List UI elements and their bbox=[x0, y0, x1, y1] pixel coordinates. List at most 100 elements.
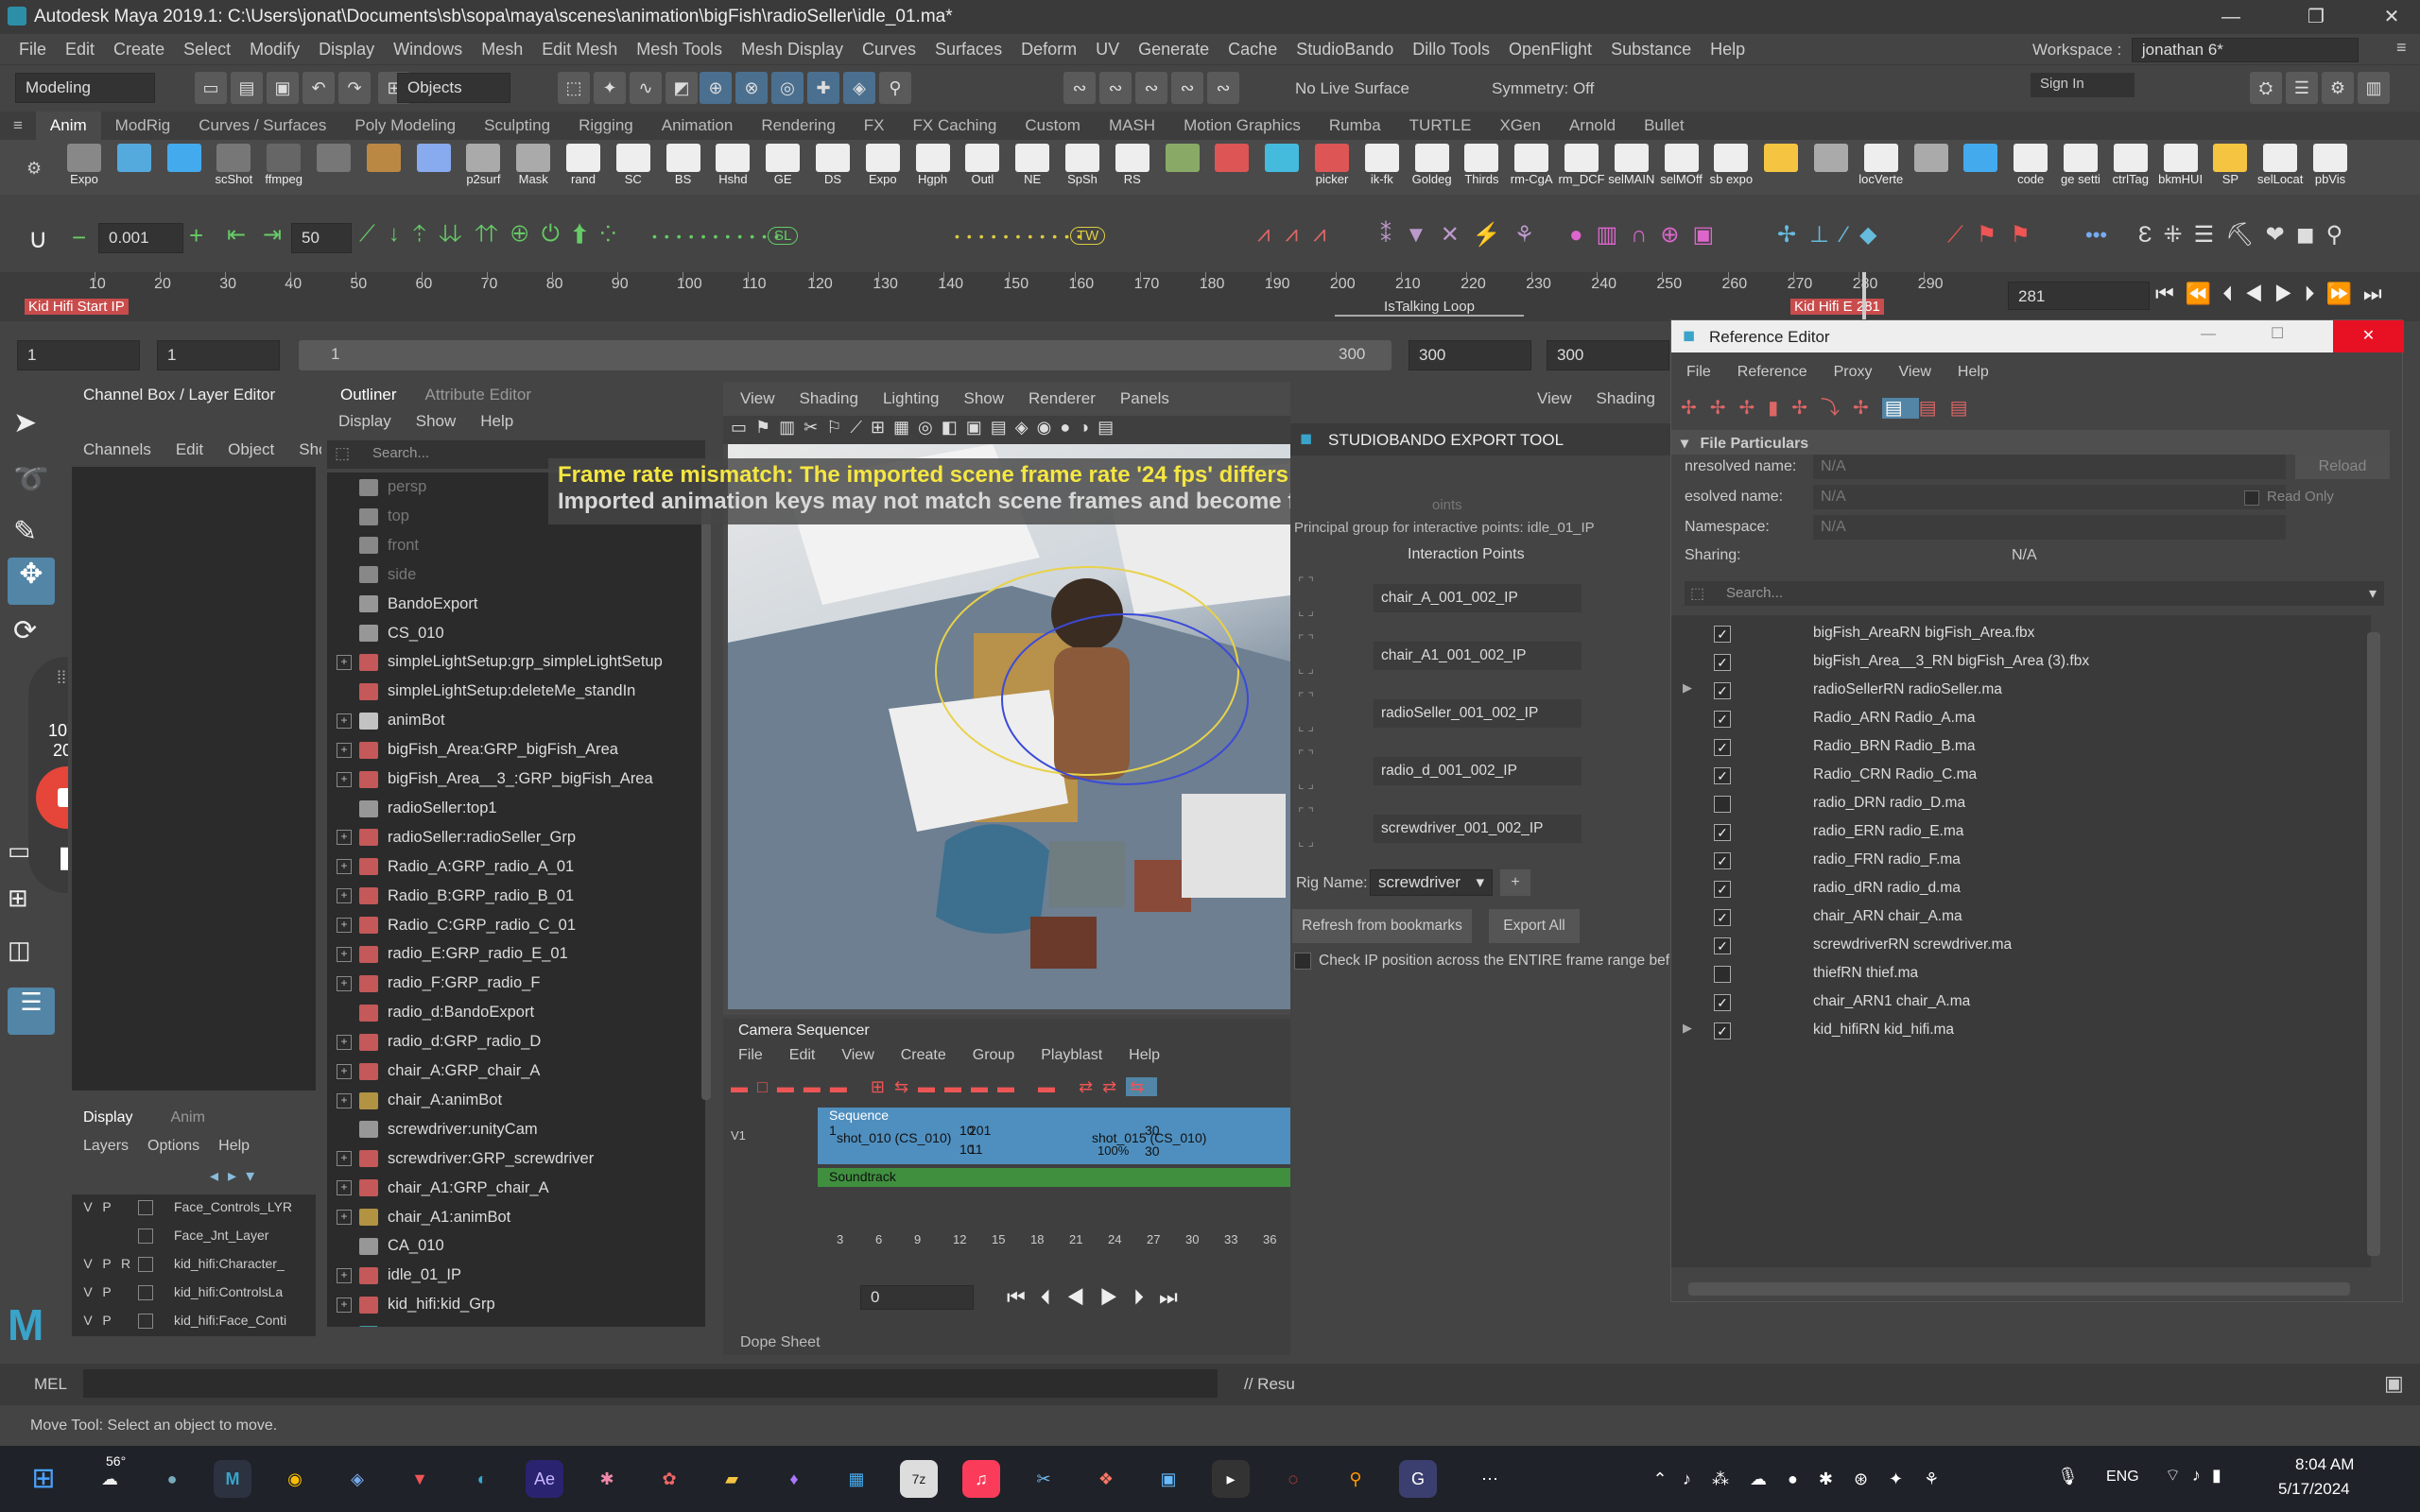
expand-icon[interactable]: + bbox=[337, 655, 352, 671]
shelf-item-tool-7[interactable] bbox=[410, 144, 458, 191]
layer-tab-display[interactable]: Display bbox=[83, 1109, 132, 1126]
refresh-bookmarks-button[interactable]: Refresh from bookmarks bbox=[1292, 909, 1472, 943]
ref-menu-proxy[interactable]: Proxy bbox=[1834, 364, 1873, 381]
redo-icon[interactable]: ↷ bbox=[338, 72, 371, 104]
reference-row[interactable]: thiefRN thief.ma bbox=[1671, 959, 2371, 988]
menu-studiobando[interactable]: StudioBando bbox=[1296, 34, 1393, 60]
shelf-tab-fx[interactable]: FX bbox=[850, 112, 899, 140]
expand-icon[interactable]: + bbox=[337, 859, 352, 875]
outliner-item[interactable]: + chair_A:animBot bbox=[337, 1091, 502, 1120]
shelf-item-tool-24[interactable] bbox=[1258, 144, 1305, 191]
shelf-item-tool-23[interactable] bbox=[1208, 144, 1255, 191]
menu-mesh-display[interactable]: Mesh Display bbox=[741, 34, 843, 60]
shelf-item-ctrltag[interactable]: ctrlTag bbox=[2107, 144, 2154, 191]
ref-search[interactable]: ⬚ Search... ▾ bbox=[1685, 581, 2384, 606]
language-indicator[interactable]: ENG bbox=[2106, 1469, 2139, 1486]
menu-create[interactable]: Create bbox=[113, 34, 164, 60]
outliner-item[interactable]: +front bbox=[337, 537, 419, 565]
figma-icon[interactable]: ❖ bbox=[1087, 1460, 1125, 1498]
rig-name-dropdown[interactable]: screwdriver ▾ bbox=[1370, 869, 1493, 896]
layer-p-toggle[interactable]: P bbox=[98, 1284, 115, 1299]
readonly-checkbox[interactable] bbox=[2244, 490, 2259, 506]
edge-icon[interactable]: ◐ bbox=[463, 1460, 501, 1498]
live-surface-label[interactable]: No Live Surface bbox=[1295, 79, 1409, 98]
shelf-item-bkmhui[interactable]: bkmHUI bbox=[2157, 144, 2204, 191]
expand-icon[interactable]: + bbox=[337, 975, 352, 991]
shelf-tab-rigging[interactable]: Rigging bbox=[564, 112, 648, 140]
reference-row[interactable]: ✓ chair_ARN chair_A.ma bbox=[1671, 902, 2371, 931]
shelf-item-bs[interactable]: BS bbox=[660, 144, 707, 191]
select-tool-icon[interactable]: ➤ bbox=[13, 406, 37, 439]
shelf-tab-curves-surfaces[interactable]: Curves / Surfaces bbox=[184, 112, 340, 140]
time-slider[interactable]: 10 20 30 40 50 60 70 80 90 100 110 120 130 140 150 160 1… bbox=[0, 272, 2420, 321]
outliner-item[interactable]: +CA_010 bbox=[337, 1237, 444, 1265]
open-scene-icon[interactable]: ▤ bbox=[231, 72, 263, 104]
shelf-gear-icon[interactable]: ⚙ bbox=[26, 159, 42, 179]
playhead[interactable] bbox=[1862, 272, 1866, 321]
chrome-icon[interactable]: ◉ bbox=[276, 1460, 314, 1498]
reference-row[interactable]: radio_DRN radio_D.ma bbox=[1671, 789, 2371, 817]
expand-icon[interactable]: + bbox=[337, 830, 352, 846]
clock-time[interactable]: 8:04 AM bbox=[2295, 1455, 2354, 1474]
layer-menu-layers[interactable]: Layers bbox=[83, 1138, 129, 1155]
vivaldi-icon[interactable]: ▼ bbox=[401, 1460, 439, 1498]
shelf-item-selmain[interactable]: selMAIN bbox=[1608, 144, 1655, 191]
scroll-right-icon[interactable]: ≡ bbox=[2396, 38, 2407, 58]
reference-checkbox[interactable]: ✓ bbox=[1714, 711, 1731, 728]
shelf-item-tool-22[interactable] bbox=[1159, 144, 1206, 191]
expand-icon[interactable]: + bbox=[337, 888, 352, 904]
shelf-tab-anim[interactable]: Anim bbox=[35, 112, 101, 140]
ref-search-dropdown-icon[interactable]: ▾ bbox=[2369, 584, 2377, 603]
shelf-item-rm-dcf[interactable]: rm_DCF bbox=[1558, 144, 1605, 191]
channelbox-menu-edit[interactable]: Edit bbox=[176, 440, 203, 459]
menu-file[interactable]: File bbox=[19, 34, 46, 60]
layer-v-toggle[interactable]: V bbox=[79, 1284, 96, 1299]
outliner-tab-attribute-editor[interactable]: Attribute Editor bbox=[425, 386, 531, 404]
outliner-item[interactable]: + chair_A:GRP_chair_A bbox=[337, 1062, 540, 1091]
app-icon-5[interactable]: ◌ bbox=[1274, 1460, 1312, 1498]
menu-modify[interactable]: Modify bbox=[250, 34, 300, 60]
3d-scene-view[interactable] bbox=[728, 444, 1290, 1009]
reference-row[interactable]: ✓ chair_ARN1 chair_A.ma bbox=[1671, 988, 2371, 1016]
layout-four-icon[interactable]: ⊞ bbox=[8, 884, 28, 913]
reference-row[interactable]: ✓ screwdriverRN screwdriver.ma bbox=[1671, 931, 2371, 959]
shelf-item-rs[interactable]: RS bbox=[1109, 144, 1156, 191]
snap-view-icon[interactable]: ✚ bbox=[807, 72, 839, 104]
reference-row[interactable]: ✓ radio_ERN radio_E.ma bbox=[1671, 817, 2371, 846]
shelf-item-code[interactable]: code bbox=[2007, 144, 2054, 191]
expand-icon[interactable]: + bbox=[337, 771, 352, 787]
shelf-item-tool-35[interactable] bbox=[1807, 144, 1855, 191]
shelf-tab-rendering[interactable]: Rendering bbox=[747, 112, 849, 140]
close-icon[interactable]: ✕ bbox=[2363, 0, 2420, 34]
outliner-scrollbar[interactable] bbox=[701, 476, 711, 1100]
reference-checkbox[interactable] bbox=[1714, 966, 1731, 983]
shelf-tab-custom[interactable]: Custom bbox=[1011, 112, 1095, 140]
check-ip-checkbox[interactable] bbox=[1294, 953, 1311, 970]
tool-settings-icon[interactable]: ⚙ bbox=[2322, 72, 2354, 104]
reference-checkbox[interactable]: ✓ bbox=[1714, 937, 1731, 954]
menu-edit[interactable]: Edit bbox=[65, 34, 95, 60]
outliner-item[interactable]: +chair_A1:aToolsSet_purple_Weigth_chair bbox=[337, 1325, 673, 1327]
expand-icon[interactable]: + bbox=[337, 1034, 352, 1050]
shelf-item-rm-cga[interactable]: rm-CgA bbox=[1508, 144, 1555, 191]
start-icon[interactable]: ⊞ bbox=[25, 1460, 62, 1498]
reference-row[interactable]: ✓ radio_dRN radio_d.ma bbox=[1671, 874, 2371, 902]
expand-icon[interactable]: + bbox=[337, 1092, 352, 1108]
shelf-item-sc[interactable]: SC bbox=[610, 144, 657, 191]
expand-arrow-icon[interactable]: ▶ bbox=[1683, 680, 1692, 696]
reference-checkbox[interactable]: ✓ bbox=[1714, 824, 1731, 841]
shelf-item-locverte[interactable]: locVerte bbox=[1858, 144, 1905, 191]
7zip-icon[interactable]: 7z bbox=[900, 1460, 938, 1498]
ref-scrollbar[interactable] bbox=[2367, 632, 2380, 1256]
mic-icon[interactable]: 🎙 bbox=[2057, 1467, 2079, 1486]
expand-icon[interactable]: + bbox=[337, 1297, 352, 1313]
shelf-item-sb-expo[interactable]: sb expo bbox=[1707, 144, 1754, 191]
expand-icon[interactable]: + bbox=[337, 1210, 352, 1226]
outliner-item[interactable]: + Radio_C:GRP_radio_C_01 bbox=[337, 917, 576, 945]
reference-checkbox[interactable]: ✓ bbox=[1714, 626, 1731, 643]
outliner-item[interactable]: + bigFish_Area:GRP_bigFish_Area bbox=[337, 741, 618, 769]
ref-view-icon[interactable]: ▤ bbox=[1881, 398, 1919, 419]
shelf-item-tool-2[interactable] bbox=[161, 144, 208, 191]
shelf-item-spsh[interactable]: SpSh bbox=[1059, 144, 1106, 191]
interaction-point-row[interactable]: ⌜ ⌝ ⌞ ⌟ screwdriver_001_002_IP bbox=[1290, 805, 1673, 858]
